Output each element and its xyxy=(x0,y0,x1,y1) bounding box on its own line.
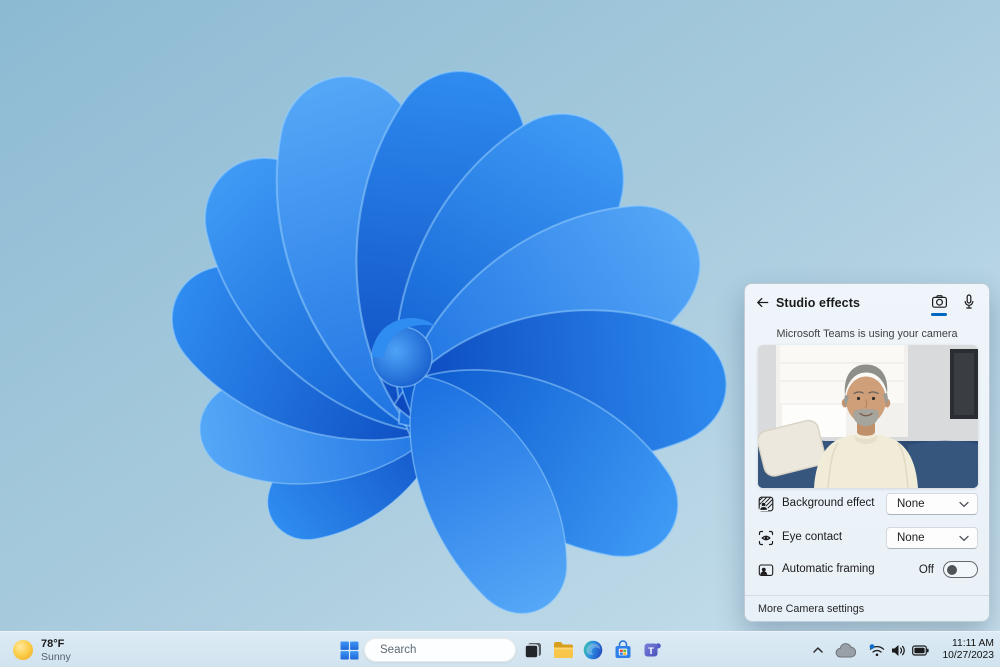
tab-microphone[interactable] xyxy=(957,291,981,317)
chevron-up-icon xyxy=(812,645,824,655)
taskbar: 78°F Sunny b xyxy=(0,631,1000,667)
automatic-framing-row: Automatic framing Off xyxy=(745,555,989,585)
task-view-icon xyxy=(523,640,543,660)
back-button[interactable] xyxy=(753,293,771,311)
weather-widget[interactable]: 78°F Sunny xyxy=(7,632,77,667)
automatic-framing-icon xyxy=(758,562,774,578)
microphone-icon xyxy=(962,294,976,310)
chevron-down-icon xyxy=(959,501,969,508)
background-effect-dropdown[interactable]: None xyxy=(886,493,978,515)
clock[interactable]: 11:11 AM 10/27/2023 xyxy=(940,638,994,663)
edge-button[interactable] xyxy=(580,637,606,663)
background-effect-icon xyxy=(758,496,774,512)
toggle-state-label: Off xyxy=(919,564,934,576)
automatic-framing-label: Automatic framing xyxy=(782,563,875,575)
tab-camera[interactable] xyxy=(927,291,951,317)
file-explorer-icon xyxy=(553,641,574,659)
more-camera-settings-link[interactable]: More Camera settings xyxy=(758,603,864,615)
camera-preview xyxy=(758,345,978,488)
studio-effects-header: Studio effects xyxy=(745,284,989,320)
network-volume-battery-group[interactable] xyxy=(865,641,933,660)
onedrive-button[interactable] xyxy=(833,641,858,660)
sunny-weather-icon xyxy=(13,640,33,660)
store-button[interactable] xyxy=(610,637,636,663)
eye-contact-label: Eye contact xyxy=(782,531,842,543)
system-tray: 11:11 AM 10/27/2023 xyxy=(810,632,1000,667)
onedrive-cloud-icon xyxy=(835,643,856,658)
clock-date: 10/27/2023 xyxy=(942,650,994,663)
microsoft-store-icon xyxy=(613,640,633,660)
windows-start-icon xyxy=(340,641,359,660)
selected-tab-underline xyxy=(931,313,947,316)
background-effect-value: None xyxy=(897,498,959,510)
chevron-down-icon xyxy=(959,535,969,542)
toggle-track[interactable] xyxy=(943,561,978,578)
panel-title: Studio effects xyxy=(776,296,860,310)
start-button[interactable] xyxy=(336,637,362,663)
eye-contact-row: Eye contact None xyxy=(745,523,989,553)
toggle-knob xyxy=(947,565,957,575)
battery-icon xyxy=(912,645,929,656)
automatic-framing-toggle[interactable]: Off xyxy=(919,561,978,578)
task-view-button[interactable] xyxy=(520,637,546,663)
network-wifi-icon xyxy=(869,644,885,657)
file-explorer-button[interactable] xyxy=(550,637,576,663)
background-effect-label: Background effect xyxy=(782,497,875,509)
weather-temp: 78°F xyxy=(41,638,71,651)
teams-icon: T xyxy=(643,640,663,660)
svg-text:T: T xyxy=(648,646,654,657)
eye-contact-icon xyxy=(758,530,774,546)
hidden-icons-button[interactable] xyxy=(810,643,826,657)
panel-divider xyxy=(745,595,989,596)
eye-contact-dropdown[interactable]: None xyxy=(886,527,978,549)
back-arrow-icon xyxy=(755,295,770,310)
edge-icon xyxy=(583,640,603,660)
clock-time: 11:11 AM xyxy=(942,638,994,651)
camera-in-use-status: Microsoft Teams is using your camera xyxy=(745,328,989,340)
teams-button[interactable]: T xyxy=(640,637,666,663)
search-input[interactable] xyxy=(380,644,534,656)
camera-icon xyxy=(931,294,948,309)
volume-icon xyxy=(891,644,906,657)
studio-effects-flyout: Studio effects Microsoft Teams is using … xyxy=(744,283,990,622)
eye-contact-value: None xyxy=(897,532,959,544)
search-box[interactable]: b xyxy=(364,638,516,662)
weather-condition: Sunny xyxy=(41,651,71,663)
background-effect-row: Background effect None xyxy=(745,489,989,519)
